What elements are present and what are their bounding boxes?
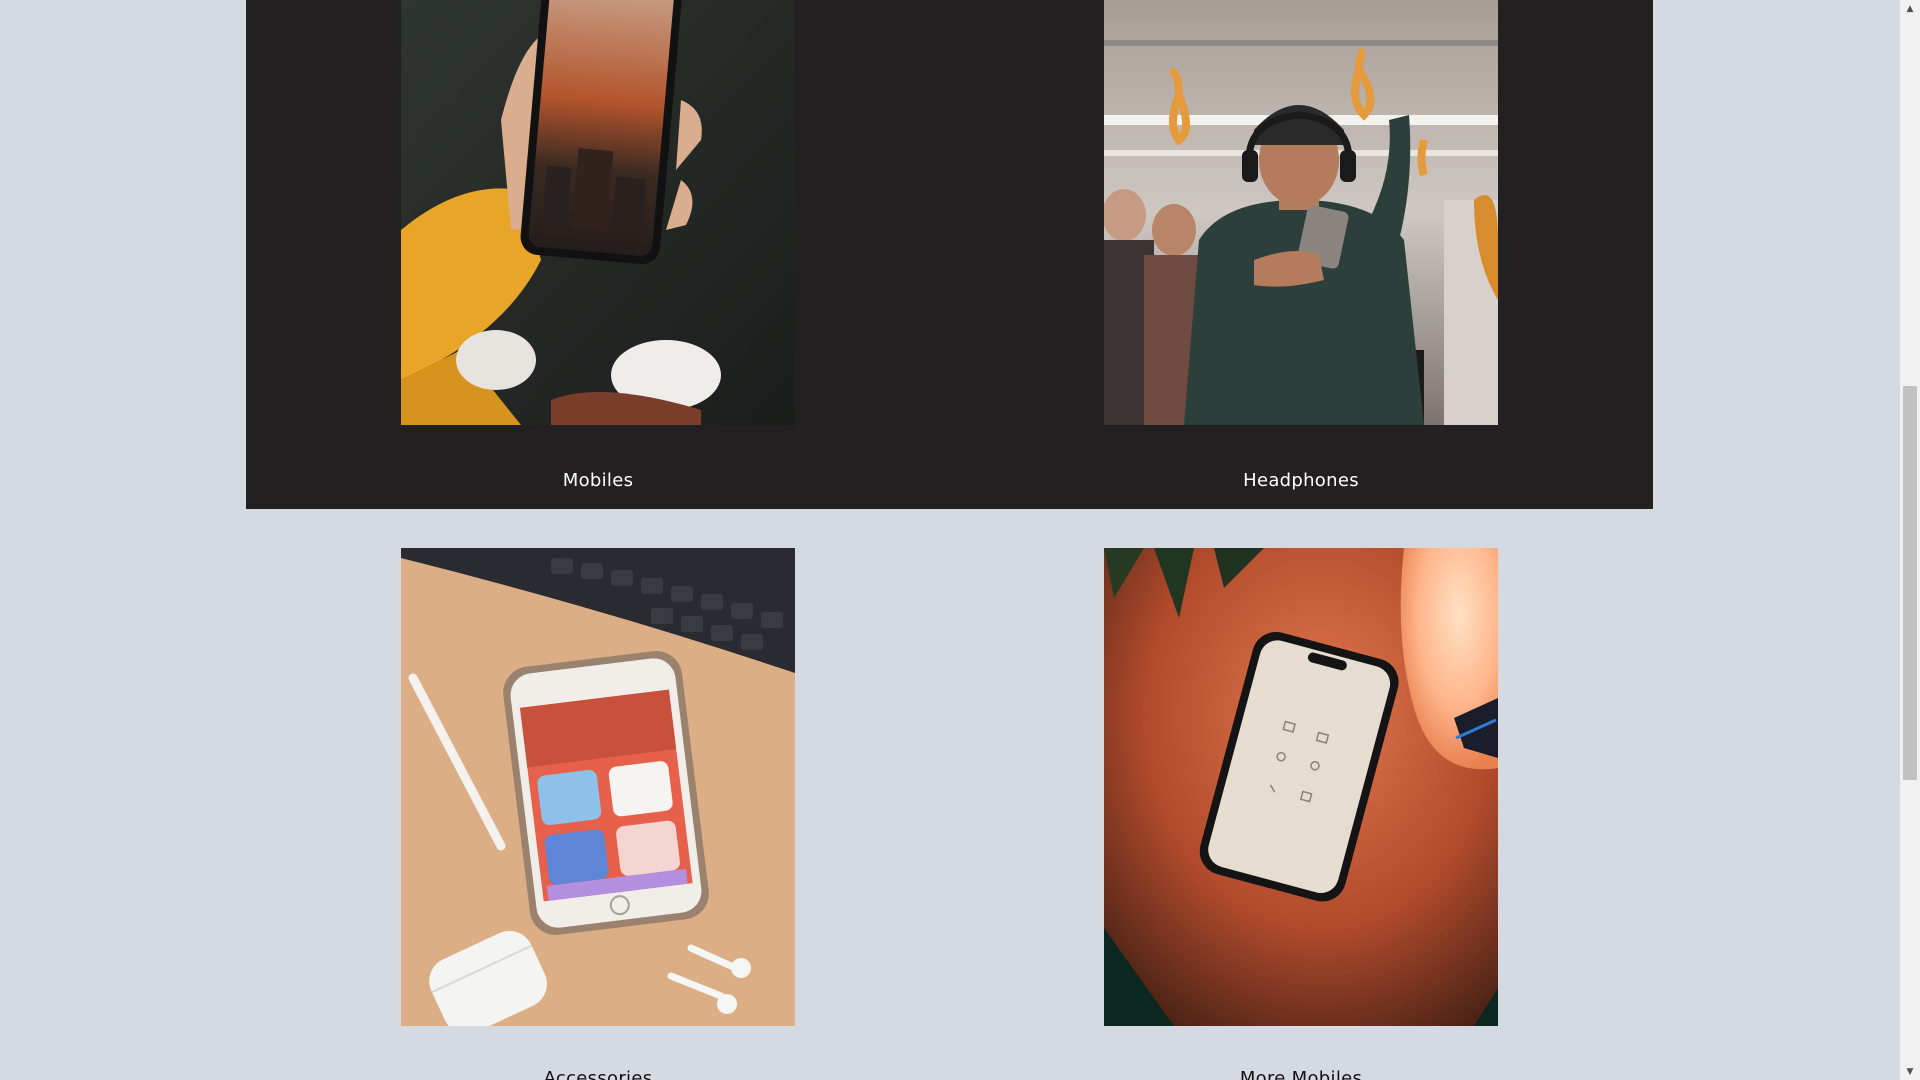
category-label-accessories[interactable]: Accessories: [401, 1068, 795, 1080]
category-card-more-mobiles-image[interactable]: [1104, 548, 1498, 1026]
hand-holding-phone-photo: [401, 0, 795, 425]
category-card-accessories-image[interactable]: [401, 548, 795, 1026]
category-label-headphones[interactable]: Headphones: [1104, 470, 1498, 491]
man-with-headphones-photo: [1104, 0, 1498, 425]
category-label-more-mobiles[interactable]: More Mobiles: [1104, 1068, 1498, 1080]
category-card-mobiles-image[interactable]: [401, 0, 795, 425]
scrollbar-thumb[interactable]: [1903, 386, 1917, 780]
page-viewport: Mobiles Headphones Accessories More Mobi…: [0, 0, 1900, 1080]
vertical-scrollbar[interactable]: ▲ ▼: [1900, 0, 1920, 1080]
phone-on-orange-table-photo: [1104, 548, 1498, 1026]
scroll-up-arrow-icon[interactable]: ▲: [1900, 0, 1920, 17]
category-label-mobiles[interactable]: Mobiles: [401, 470, 795, 491]
scroll-down-arrow-icon[interactable]: ▼: [1900, 1063, 1920, 1080]
iphone-airpods-desk-photo: [401, 548, 795, 1026]
category-card-headphones-image[interactable]: [1104, 0, 1498, 425]
